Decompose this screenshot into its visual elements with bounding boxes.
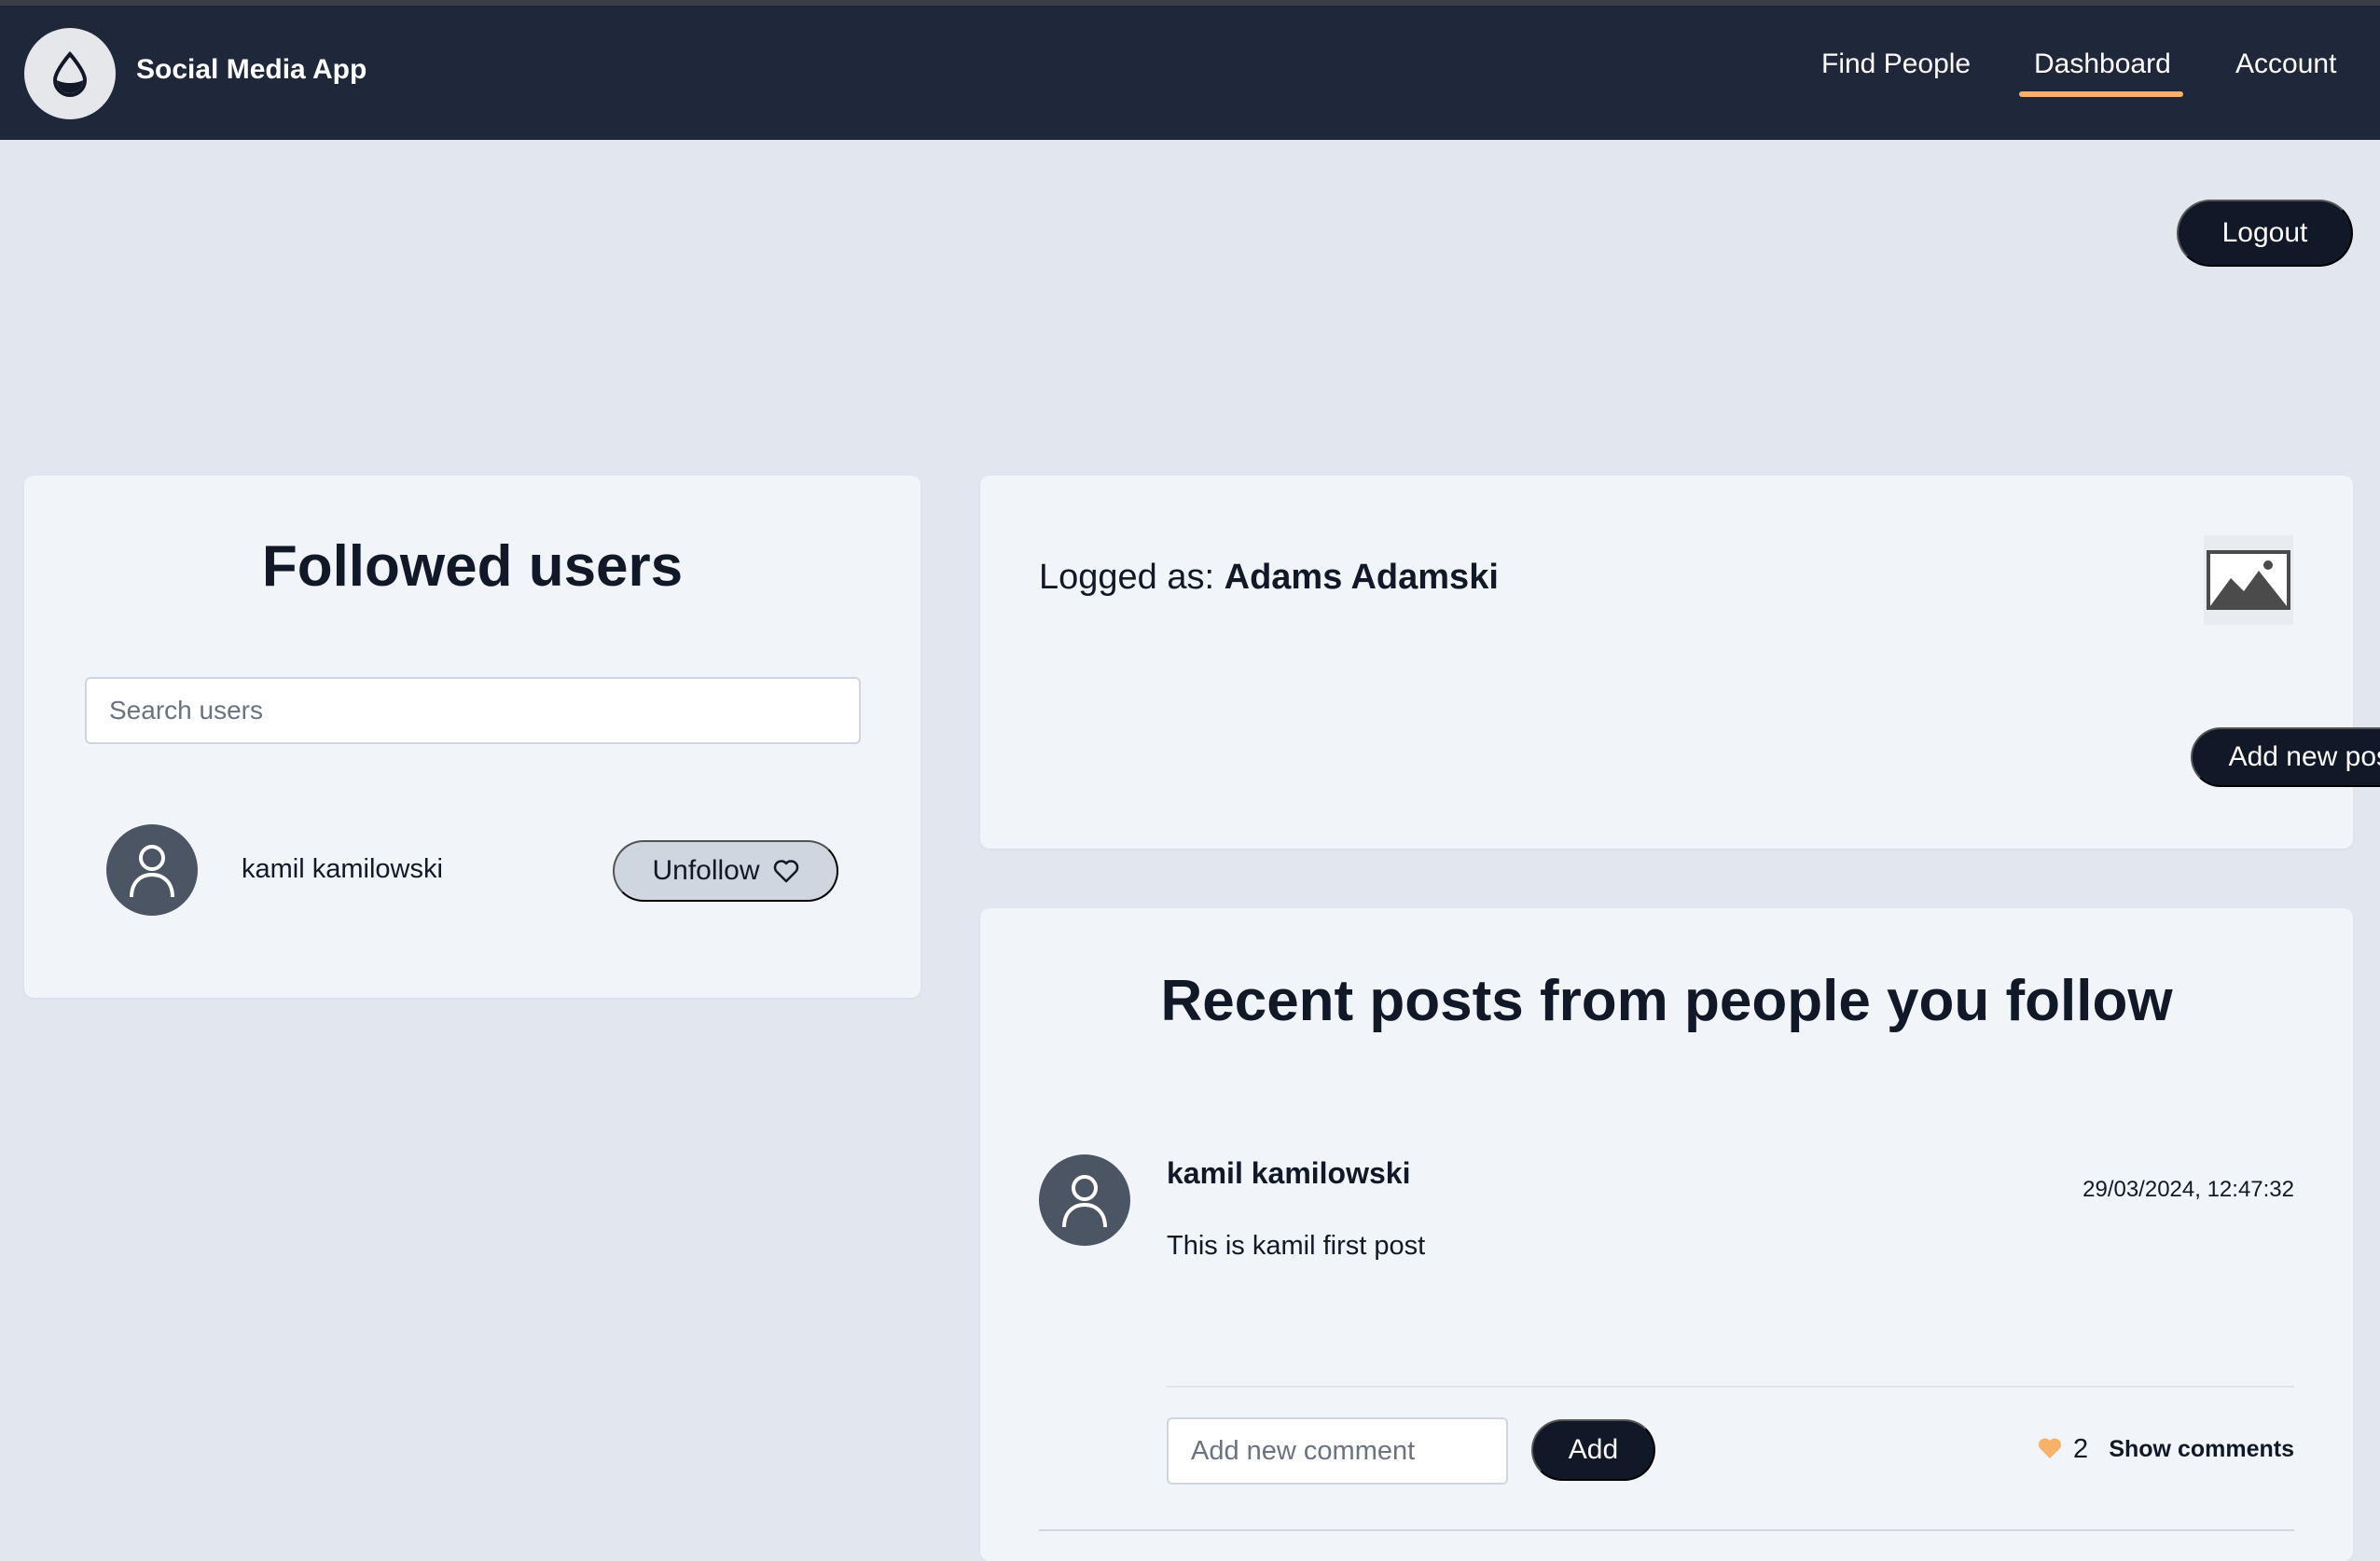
avatar xyxy=(106,824,198,916)
show-comments-link[interactable]: Show comments xyxy=(2109,1436,2294,1463)
recent-posts-title: Recent posts from people you follow xyxy=(1160,969,2173,1033)
divider xyxy=(1039,1529,2294,1531)
user-icon xyxy=(130,845,174,898)
nav-account[interactable]: Account xyxy=(2235,48,2336,80)
followed-users-panel: Followed users kamil kamilowski Unfollow xyxy=(24,476,920,998)
app-title[interactable]: Social Media App xyxy=(136,54,367,86)
add-new-post-button[interactable]: Add new post xyxy=(2191,727,2380,787)
recent-posts-panel: Recent posts from people you follow kami… xyxy=(980,908,2353,1561)
unfollow-label: Unfollow xyxy=(652,855,760,886)
image-placeholder-icon xyxy=(2207,550,2290,610)
post-content: This is kamil first post xyxy=(1167,1231,1426,1261)
active-nav-indicator xyxy=(2019,91,2183,97)
nav-find-people[interactable]: Find People xyxy=(1821,48,1971,80)
logout-button[interactable]: Logout xyxy=(2177,200,2353,267)
navbar: Social Media App Find People Dashboard A… xyxy=(0,6,2380,140)
logged-as-prefix: Logged as: xyxy=(1039,558,1215,597)
logged-user-name: Adams Adamski xyxy=(1224,558,1499,597)
followed-user-name: kamil kamilowski xyxy=(242,854,443,884)
post-author-name[interactable]: kamil kamilowski xyxy=(1167,1156,1410,1191)
profile-panel: Logged as: Adams Adamski Add new post xyxy=(980,476,2380,849)
divider xyxy=(1167,1386,2294,1388)
app-logo[interactable] xyxy=(24,28,116,119)
post-author-avatar xyxy=(1039,1154,1130,1246)
followed-users-title: Followed users xyxy=(261,534,684,599)
add-comment-input[interactable] xyxy=(1167,1417,1508,1485)
nav-dashboard[interactable]: Dashboard xyxy=(2034,48,2171,80)
water-drop-icon xyxy=(52,50,88,97)
add-comment-button[interactable]: Add xyxy=(1531,1419,1655,1481)
post-timestamp: 29/03/2024, 12:47:32 xyxy=(2082,1177,2294,1202)
heart-filled-icon[interactable] xyxy=(2037,1436,2063,1460)
heart-outline-icon xyxy=(773,860,798,883)
like-count: 2 xyxy=(2073,1434,2089,1464)
logged-as-text: Logged as: Adams Adamski xyxy=(1039,558,1499,598)
search-users-input[interactable] xyxy=(85,677,861,744)
unfollow-button[interactable]: Unfollow xyxy=(613,840,838,902)
user-icon xyxy=(1062,1175,1107,1228)
profile-image xyxy=(2204,535,2293,625)
